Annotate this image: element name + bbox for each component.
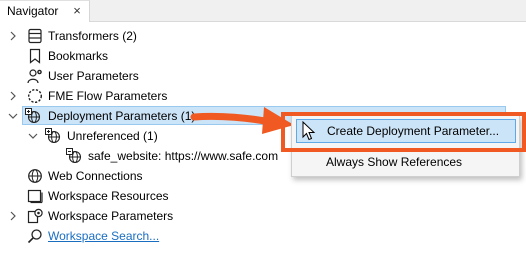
tree-item-user-parameters[interactable]: User Parameters [0, 66, 520, 86]
panel-title: Navigator [7, 4, 59, 18]
panel-title-bar: Navigator × [0, 0, 526, 22]
transformers-icon [27, 28, 43, 44]
chevron-right-icon[interactable] [9, 26, 19, 46]
chevron-right-icon[interactable] [9, 86, 19, 106]
workspace-parameters-icon [27, 208, 43, 224]
globe-icon [27, 168, 43, 184]
tree-item-label: Workspace Parameters [48, 209, 174, 223]
deployment-parameters-icon [25, 108, 41, 124]
tree-item-label: Bookmarks [48, 49, 109, 63]
navigator-panel: Navigator × Transformers (2) Bookmarks U… [0, 0, 526, 265]
tree-item-bookmarks[interactable]: Bookmarks [0, 46, 520, 66]
search-icon [27, 228, 43, 244]
chevron-down-icon[interactable] [28, 126, 38, 146]
tree-item-label: Web Connections [48, 169, 143, 183]
close-icon[interactable]: × [70, 4, 84, 18]
tree-item-label: User Parameters [48, 69, 139, 83]
chevron-right-icon[interactable] [9, 206, 19, 226]
menu-item-label: Always Show References [326, 155, 463, 169]
tree-item-workspace-resources[interactable]: Workspace Resources [0, 186, 520, 206]
tree-item-label: Deployment Parameters (1) [48, 109, 196, 123]
deployment-parameters-icon [45, 128, 61, 144]
tree-item-workspace-search[interactable]: Workspace Search... [0, 226, 520, 246]
tree-item-label: Workspace Resources [48, 189, 169, 203]
tree-item-label: Unreferenced (1) [67, 129, 158, 143]
fme-flow-parameters-icon [27, 88, 43, 104]
always-show-references-menu-item[interactable]: Always Show References [296, 151, 516, 173]
user-parameters-icon [27, 68, 43, 84]
workspace-resources-icon [27, 188, 43, 204]
tree-item-label: FME Flow Parameters [48, 89, 168, 103]
highlight-frame-annotation [281, 112, 526, 152]
navigator-tab[interactable]: Navigator × [0, 0, 90, 22]
tree-item-transformers[interactable]: Transformers (2) [0, 26, 520, 46]
tree-item-workspace-parameters[interactable]: Workspace Parameters [0, 206, 520, 226]
deployment-parameter-icon [66, 148, 82, 164]
chevron-down-icon[interactable] [8, 106, 18, 126]
bookmark-icon [27, 48, 43, 64]
mouse-cursor-icon [302, 121, 316, 141]
tree-item-label: Transformers (2) [48, 29, 137, 43]
tree-item-label: safe_website: https://www.safe.com [88, 149, 279, 163]
workspace-search-link[interactable]: Workspace Search... [48, 226, 159, 246]
